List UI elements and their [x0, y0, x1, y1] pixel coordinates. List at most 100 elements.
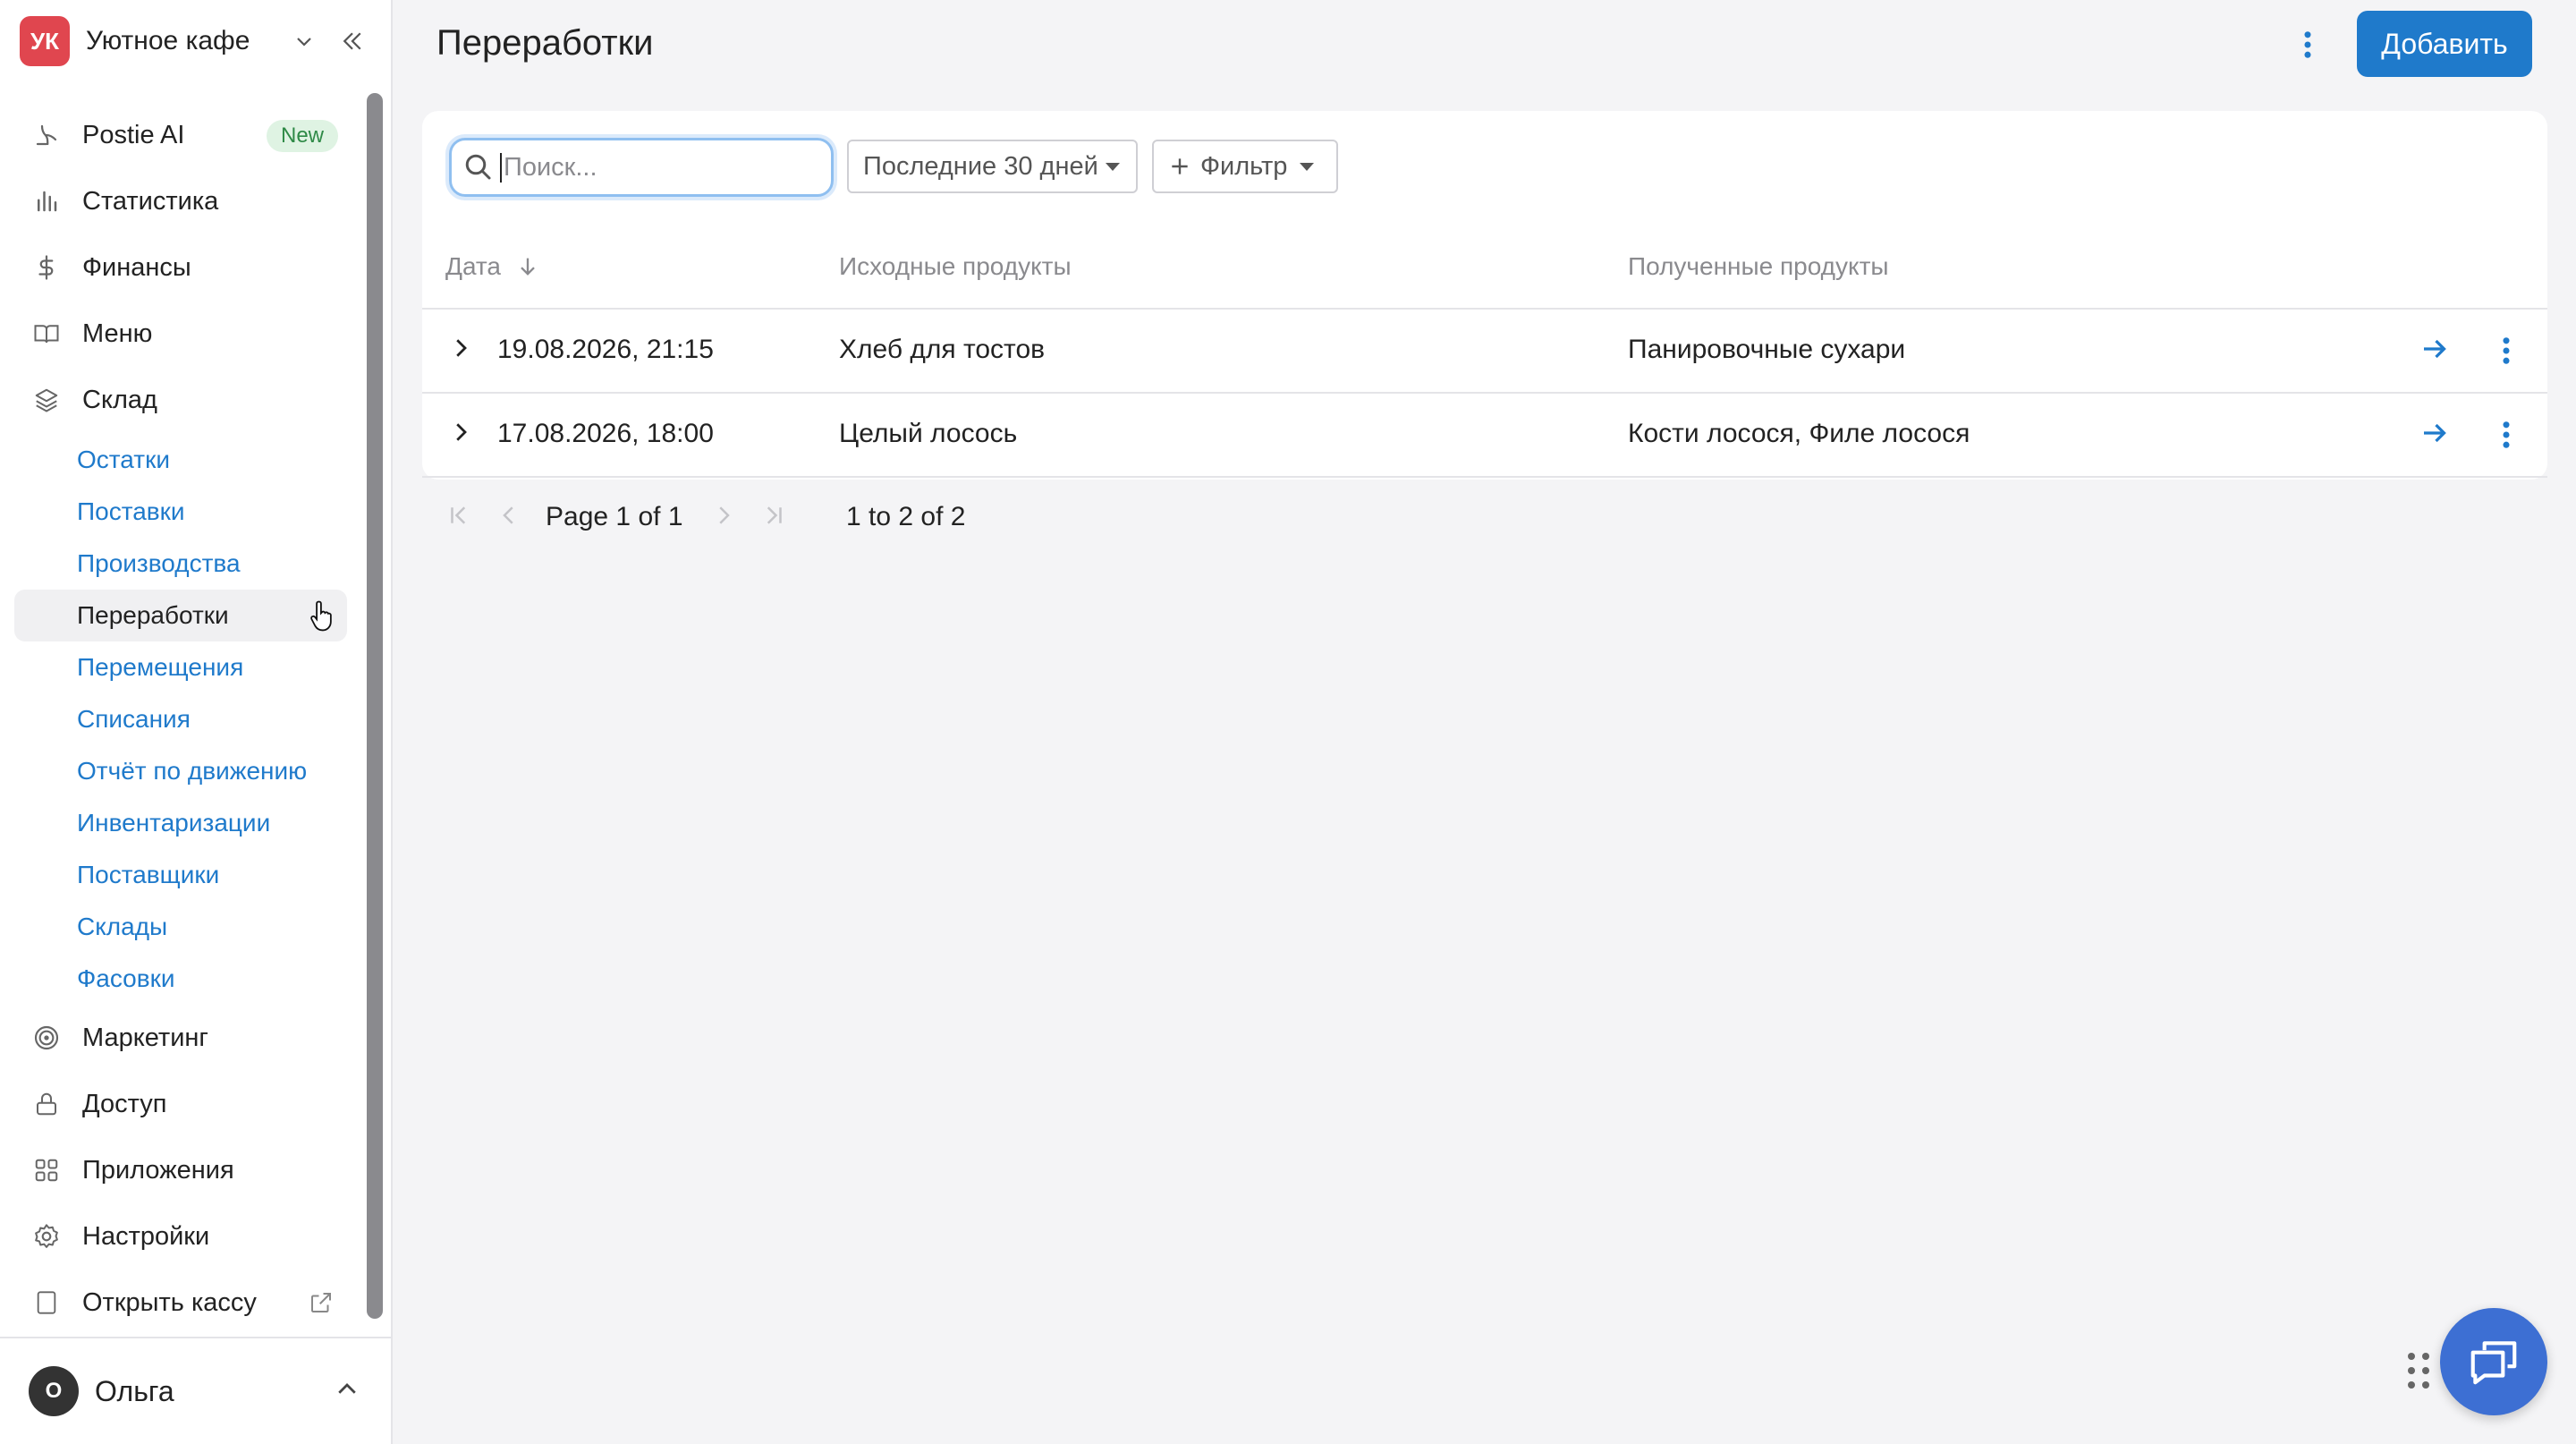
sidebar-subitem-suppliers[interactable]: Поставщики [14, 849, 347, 901]
column-header-label: Дата [445, 252, 502, 280]
sidebar-item-marketing[interactable]: Маркетинг [14, 1012, 347, 1064]
plus-icon [1168, 155, 1191, 178]
sidebar-item-label: Меню [82, 319, 153, 348]
current-page: 1 [615, 502, 631, 531]
row-more-icon[interactable] [2488, 333, 2524, 369]
sidebar-subitem-stock[interactable]: Остатки [14, 434, 347, 486]
sidebar-subitem-supplies[interactable]: Поставки [14, 486, 347, 538]
sidebar-item-label: Финансы [82, 252, 191, 282]
search-icon [462, 151, 495, 183]
prev-page-icon[interactable] [496, 502, 524, 531]
sidebar-subitem-warehouses[interactable]: Склады [14, 901, 347, 953]
arrow-right-icon[interactable] [2419, 333, 2454, 369]
sidebar-item-menu[interactable]: Меню [14, 308, 347, 360]
sidebar-subitem-label: Инвентаризации [77, 809, 271, 837]
grid-icon [29, 1152, 64, 1188]
filter-label: Фильтр [1200, 151, 1288, 181]
page-title: Переработки [436, 23, 654, 63]
sidebar-item-label: Маркетинг [82, 1023, 208, 1052]
sidebar-subitem-label: Производства [77, 549, 241, 577]
filter-dropdown[interactable]: Фильтр [1152, 140, 1338, 193]
page-prefix: Page [546, 502, 609, 531]
drag-handle-icon[interactable] [2406, 1351, 2431, 1390]
sidebar-scrollbar[interactable] [367, 93, 383, 1319]
sidebar-subitem-writeoffs[interactable]: Списания [14, 693, 347, 745]
sidebar: УК Уютное кафе Postie AI New Статистика [0, 0, 393, 1444]
chevron-up-icon[interactable] [334, 1376, 366, 1408]
sidebar-subitem-label: Отчёт по движению [77, 757, 308, 785]
sidebar-item-open-register[interactable]: Открыть кассу [14, 1277, 347, 1329]
venue-switcher[interactable]: УК Уютное кафе [20, 16, 373, 66]
sidebar-subitem-label: Остатки [77, 446, 170, 473]
table-row[interactable]: 17.08.2026, 18:00 Целый лосось Кости лос… [422, 392, 2547, 476]
more-options-icon[interactable] [2290, 27, 2326, 63]
sidebar-item-label: Доступ [82, 1089, 167, 1118]
gear-icon [29, 1219, 64, 1254]
sidebar-item-label: Приложения [82, 1155, 234, 1185]
sidebar-item-postie-ai[interactable]: Postie AI New [14, 109, 347, 161]
sidebar-item-apps[interactable]: Приложения [14, 1144, 347, 1196]
sidebar-subitem-label: Перемещения [77, 653, 244, 681]
tablet-icon [29, 1285, 64, 1321]
period-dropdown[interactable]: Последние 30 дней [847, 140, 1138, 193]
sidebar-subitem-productions[interactable]: Производства [14, 538, 347, 590]
sidebar-subitem-processings[interactable]: Переработки [14, 590, 347, 641]
row-result: Кости лосося, Филе лосося [1628, 419, 1970, 448]
sidebar-item-label: Статистика [82, 186, 219, 216]
collapse-sidebar-icon[interactable] [335, 23, 370, 59]
search-input[interactable]: Поиск... [449, 138, 834, 197]
chevron-down-icon[interactable] [288, 25, 320, 57]
sort-arrow-down-icon [515, 254, 540, 279]
sidebar-subitem-inventories[interactable]: Инвентаризации [14, 797, 347, 849]
sidebar-item-statistics[interactable]: Статистика [14, 175, 347, 227]
pagination: Page 1 of 1 1 to 2 of 2 [436, 497, 1063, 538]
arrow-right-icon[interactable] [2419, 417, 2454, 453]
chat-button[interactable] [2440, 1308, 2547, 1415]
sidebar-item-access[interactable]: Доступ [14, 1078, 347, 1130]
total-pages: 1 [667, 502, 683, 531]
column-header-result[interactable]: Полученные продукты [1628, 252, 1889, 281]
postie-icon [29, 117, 64, 153]
sidebar-subitem-movement-report[interactable]: Отчёт по движению [14, 745, 347, 797]
user-menu[interactable]: О Ольга [0, 1337, 391, 1444]
user-name: Ольга [95, 1374, 174, 1407]
avatar: О [29, 1366, 79, 1416]
row-source: Целый лосось [839, 419, 1018, 448]
chat-icon [2466, 1334, 2521, 1389]
sidebar-item-settings[interactable]: Настройки [14, 1210, 347, 1262]
target-icon [29, 1020, 64, 1056]
first-page-icon[interactable] [445, 502, 474, 531]
processings-table-card: Поиск... Последние 30 дней Фильтр Дата И… [422, 111, 2547, 480]
new-badge: New [266, 120, 338, 152]
chevron-right-icon[interactable] [447, 335, 476, 363]
next-page-icon[interactable] [710, 502, 739, 531]
sidebar-subitem-packagings[interactable]: Фасовки [14, 953, 347, 1005]
sidebar-subitem-transfers[interactable]: Перемещения [14, 641, 347, 693]
sidebar-subitem-label: Поставщики [77, 861, 220, 888]
sidebar-subitem-label: Склады [77, 913, 168, 940]
column-header-date[interactable]: Дата [445, 252, 540, 281]
column-header-label: Исходные продукты [839, 252, 1072, 280]
venue-badge: УК [20, 16, 70, 66]
lock-icon [29, 1086, 64, 1122]
sidebar-item-label: Открыть кассу [82, 1287, 257, 1317]
sidebar-item-finance[interactable]: Финансы [14, 242, 347, 293]
last-page-icon[interactable] [760, 502, 789, 531]
row-source: Хлеб для тостов [839, 335, 1046, 364]
column-header-source[interactable]: Исходные продукты [839, 252, 1072, 281]
sidebar-item-warehouse[interactable]: Склад [14, 374, 347, 426]
dollar-icon [29, 250, 64, 285]
layers-icon [29, 382, 64, 418]
sidebar-subitem-label: Переработки [77, 601, 229, 629]
sidebar-item-label: Настройки [82, 1221, 210, 1251]
chevron-right-icon[interactable] [447, 419, 476, 447]
sidebar-subitem-label: Списания [77, 705, 191, 733]
table-row[interactable]: 19.08.2026, 21:15 Хлеб для тостов Паниро… [422, 308, 2547, 392]
row-more-icon[interactable] [2488, 417, 2524, 453]
add-button[interactable]: Добавить [2357, 11, 2532, 77]
column-header-label: Полученные продукты [1628, 252, 1889, 280]
row-range: 1 to 2 of 2 [846, 502, 966, 531]
venue-name: Уютное кафе [86, 26, 250, 55]
book-icon [29, 316, 64, 352]
sidebar-item-label: Postie AI [82, 120, 185, 149]
